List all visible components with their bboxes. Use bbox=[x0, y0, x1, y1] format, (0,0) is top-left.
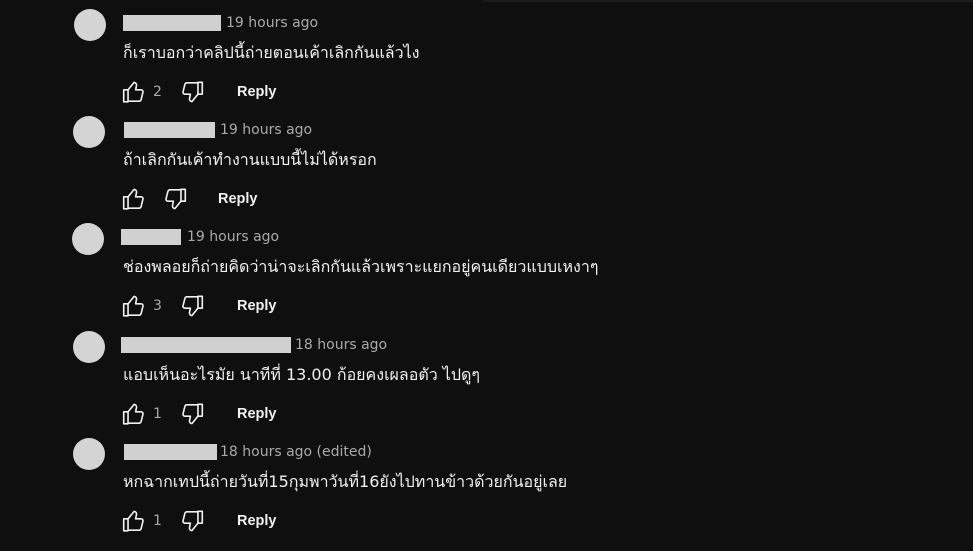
author-name-redacted[interactable] bbox=[121, 337, 291, 353]
comment-text: ช่องพลอยก็ถ่ายคิดว่าน่าจะเลิกกันแล้วเพรา… bbox=[123, 257, 599, 276]
thumbs-down-icon bbox=[182, 403, 204, 425]
thumbs-down-icon bbox=[165, 188, 187, 210]
like-button[interactable] bbox=[121, 508, 147, 534]
avatar[interactable] bbox=[73, 438, 105, 470]
comment-text: หกฉากเทปนี้ถ่ายวันที่15กุมพาวันที่16ยังไ… bbox=[123, 472, 568, 491]
like-button[interactable] bbox=[121, 79, 147, 105]
comment-timestamp[interactable]: 18 hours ago (edited) bbox=[220, 443, 372, 461]
author-name-redacted[interactable] bbox=[124, 122, 215, 138]
like-button[interactable] bbox=[121, 293, 147, 319]
comment-thread-item: 18 hours ago แอบเห็นอะไรมัย นาทีที่ 13.0… bbox=[0, 331, 973, 438]
dislike-button[interactable] bbox=[179, 293, 205, 319]
thumbs-down-icon bbox=[182, 81, 204, 103]
comment-thread-item: 18 hours ago (edited) หกฉากเทปนี้ถ่ายวัน… bbox=[0, 438, 973, 545]
reply-button[interactable]: Reply bbox=[237, 511, 277, 531]
comment-text: ก็เราบอกว่าคลิปนี้ถ่ายตอนเค้าเลิกกันแล้ว… bbox=[123, 43, 420, 62]
like-button[interactable] bbox=[121, 186, 147, 212]
comment-text: แอบเห็นอะไรมัย นาทีที่ 13.00 ก้อยคงเผลอต… bbox=[123, 365, 480, 384]
author-name-redacted[interactable] bbox=[124, 444, 217, 460]
avatar[interactable] bbox=[72, 223, 104, 255]
avatar[interactable] bbox=[74, 9, 106, 41]
thumbs-up-icon bbox=[122, 188, 144, 210]
comment-thread-item: 19 hours ago ถ้าเลิกกันเค้าทำงานแบบนี้ไม… bbox=[0, 116, 973, 223]
thumbs-down-icon bbox=[182, 510, 204, 532]
like-button[interactable] bbox=[121, 401, 147, 427]
reply-button[interactable]: Reply bbox=[237, 82, 277, 102]
avatar[interactable] bbox=[73, 331, 105, 363]
dislike-button[interactable] bbox=[179, 401, 205, 427]
comment-timestamp[interactable]: 19 hours ago bbox=[220, 121, 312, 139]
like-count: 1 bbox=[153, 406, 162, 422]
comment-timestamp[interactable]: 19 hours ago bbox=[187, 228, 279, 246]
dislike-button[interactable] bbox=[179, 79, 205, 105]
author-name-redacted[interactable] bbox=[121, 229, 181, 245]
author-name-redacted[interactable] bbox=[123, 15, 221, 31]
thumbs-up-icon bbox=[122, 81, 144, 103]
thumbs-up-icon bbox=[122, 510, 144, 532]
reply-button[interactable]: Reply bbox=[237, 404, 277, 424]
comment-thread-item: 19 hours ago ก็เราบอกว่าคลิปนี้ถ่ายตอนเค… bbox=[0, 9, 973, 116]
avatar[interactable] bbox=[73, 116, 105, 148]
comment-timestamp[interactable]: 19 hours ago bbox=[226, 14, 318, 32]
dislike-button[interactable] bbox=[179, 508, 205, 534]
comment-text: ถ้าเลิกกันเค้าทำงานแบบนี้ไม่ได้หรอก bbox=[123, 150, 377, 169]
thumbs-down-icon bbox=[182, 295, 204, 317]
comment-timestamp[interactable]: 18 hours ago bbox=[295, 336, 387, 354]
reply-button[interactable]: Reply bbox=[237, 296, 277, 316]
thumbs-up-icon bbox=[122, 403, 144, 425]
like-count: 1 bbox=[153, 513, 162, 529]
dislike-button[interactable] bbox=[162, 186, 188, 212]
top-divider bbox=[483, 0, 973, 2]
like-count: 2 bbox=[153, 84, 162, 100]
like-count: 3 bbox=[153, 298, 162, 314]
thumbs-up-icon bbox=[122, 295, 144, 317]
reply-button[interactable]: Reply bbox=[218, 189, 258, 209]
comment-thread-item: 19 hours ago ช่องพลอยก็ถ่ายคิดว่าน่าจะเล… bbox=[0, 223, 973, 330]
